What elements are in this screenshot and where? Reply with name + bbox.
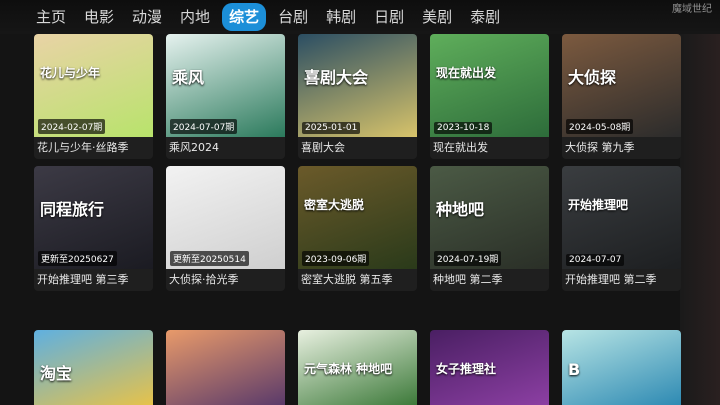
media-title: 现在就出发 [430,137,549,159]
background-decoration [680,34,720,405]
content-grid: 花儿与少年 2024-02-07期 花儿与少年·丝路季 乘风 2024-07-07期 乘风… [34,34,684,405]
tab-active[interactable]: 综艺 [222,3,267,31]
media-title: 开始推理吧 第三季 [34,269,153,291]
poster-image: 喜剧大会 2025-01-01 [298,34,417,137]
media-title: 种地吧 第二季 [430,269,549,291]
poster-title-text: 开始推理吧 [568,198,629,212]
tab-item[interactable]: 主页 [30,3,72,31]
poster-title-text: 现在就出发 [436,66,497,80]
episode-date-badge: 更新至20250627 [38,251,117,266]
poster-art [166,330,285,405]
episode-date-badge: 2024-07-07 [566,254,625,266]
poster-image: 更新至20250514 [166,166,285,269]
media-title: 大侦探·拾光季 [166,269,285,291]
poster-image: 大侦探 2024-05-08期 [562,34,681,137]
episode-date-badge: 更新至20250514 [170,251,249,266]
poster-image: 开始推理吧 2024-07-07 [562,166,681,269]
poster-image: 淘宝 [34,330,153,405]
top-nav-bar: 主页 电影 动漫 内地 综艺 台剧 韩剧 日剧 美剧 泰剧 魔域世纪 [0,0,720,34]
media-title: 花儿与少年·丝路季 [34,137,153,159]
poster-image: B [562,330,681,405]
poster-title-text: 喜剧大会 [304,68,369,87]
corner-logo: 魔域世纪 [672,4,712,15]
episode-date-badge: 2023-10-18 [434,122,493,134]
tab-item[interactable]: 日剧 [368,3,410,31]
episode-date-badge: 2023-09-06期 [302,251,370,266]
tab-item[interactable]: 内地 [174,3,216,31]
media-title: 大侦探 第九季 [562,137,681,159]
media-title: 密室大逃脱 第五季 [298,269,417,291]
poster-image: 同程旅行更新至20250627 [34,166,153,269]
poster-title-text: 大侦探 [568,68,617,87]
tab-item[interactable]: 泰剧 [464,3,506,31]
poster-image: 密室大逃脱 2023-09-06期 [298,166,417,269]
poster-image: 现在就出发 2023-10-18 [430,34,549,137]
poster-title-text: 女子推理社 [436,362,497,376]
media-title: 喜剧大会 [298,137,417,159]
poster-title-text: 乘风 [172,68,205,87]
media-title: 乘风2024 [166,137,285,159]
poster-title-text: 种地吧 [436,200,485,219]
tab-item[interactable]: 电影 [78,3,120,31]
poster-image [166,330,285,405]
poster-title-text: B [568,360,581,379]
poster-image: 种地吧 2024-07-19期 [430,166,549,269]
category-tabs: 主页 电影 动漫 内地 综艺 台剧 韩剧 日剧 美剧 泰剧 [30,3,512,31]
poster-image: 花儿与少年 2024-02-07期 [34,34,153,137]
poster-title-text: 花儿与少年 [40,66,101,80]
media-title: 开始推理吧 第二季 [562,269,681,291]
poster-image: 女子推理社 [430,330,549,405]
poster-image: 元气森林 种地吧 [298,330,417,405]
episode-date-badge: 2024-07-19期 [434,251,502,266]
poster-title-text: 密室大逃脱 [304,198,365,212]
poster-title-text: 元气森林 种地吧 [304,362,393,376]
episode-date-badge: 2025-01-01 [302,122,361,134]
tab-item[interactable]: 台剧 [272,3,314,31]
poster-title-text: 淘宝 [40,364,73,383]
episode-date-badge: 2024-05-08期 [566,119,634,134]
episode-date-badge: 2024-07-07期 [170,119,238,134]
episode-date-badge: 2024-02-07期 [38,119,106,134]
tab-item[interactable]: 动漫 [126,3,168,31]
tab-item[interactable]: 美剧 [416,3,458,31]
poster-title-text: 同程旅行 [40,200,105,219]
tab-item[interactable]: 韩剧 [320,3,362,31]
poster-image: 乘风 2024-07-07期 [166,34,285,137]
